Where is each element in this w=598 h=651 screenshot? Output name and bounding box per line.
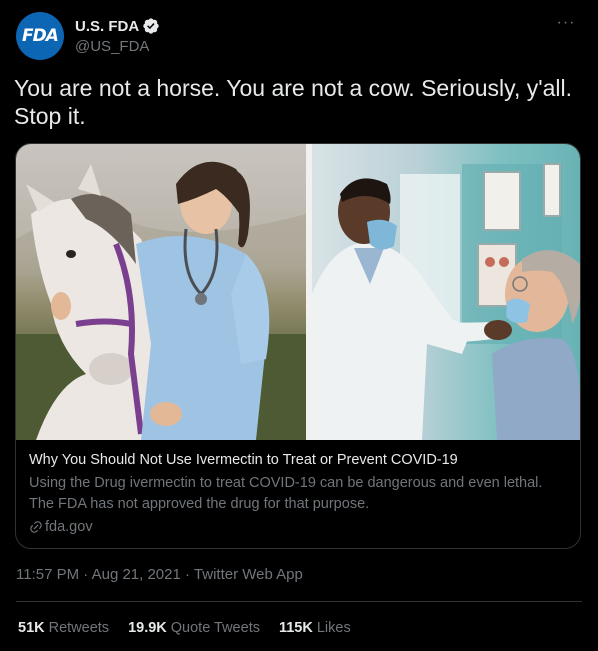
tweet-timestamp[interactable]: 11:57 PM · Aug 21, 2021 · Twitter Web Ap… [16,566,303,583]
stat-likes[interactable]: 115K Likes [279,620,351,636]
card-body: Why You Should Not Use Ivermectin to Tre… [16,440,580,537]
card-image-left-panel [16,144,306,440]
avatar-logo-text: FDA [22,26,59,46]
verified-badge-icon [143,18,159,34]
link-icon [30,521,42,533]
quote-tweets-label: Quote Tweets [170,620,260,636]
vet-horse-illustration [16,161,306,440]
more-options-icon[interactable]: ··· [554,15,578,36]
avatar[interactable]: FDA [16,12,64,60]
author-name-row: U.S. FDA [75,17,160,35]
card-image[interactable] [16,144,580,440]
retweets-label: Retweets [48,620,110,636]
quote-tweets-count: 19.9K [128,620,167,636]
author-display-name[interactable]: U.S. FDA [75,18,139,35]
likes-label: Likes [316,620,351,636]
stat-quote-tweets[interactable]: 19.9K Quote Tweets [128,620,260,636]
tweet-text: You are not a horse. You are not a cow. … [14,75,573,129]
tweet-stats: 51K Retweets 19.9K Quote Tweets 115K Lik… [18,620,370,636]
author-names: U.S. FDA @US_FDA [75,17,160,55]
card-image-right-panel [312,144,580,440]
likes-count: 115K [278,620,313,636]
stat-retweets[interactable]: 51K Retweets [18,620,109,636]
author-handle[interactable]: @US_FDA [75,38,160,55]
link-card[interactable]: Why You Should Not Use Ivermectin to Tre… [15,143,581,549]
card-title[interactable]: Why You Should Not Use Ivermectin to Tre… [29,450,567,470]
retweets-count: 51K [18,620,45,636]
stats-divider [16,601,582,602]
tweet-header: FDA U.S. FDA @US_FDA ··· [16,12,584,60]
doctor-patient-illustration [312,163,580,440]
card-domain-label: fda.gov [45,519,93,535]
card-domain[interactable]: fda.gov [29,517,567,537]
card-description: Using the Drug ivermectin to treat COVID… [29,475,543,512]
